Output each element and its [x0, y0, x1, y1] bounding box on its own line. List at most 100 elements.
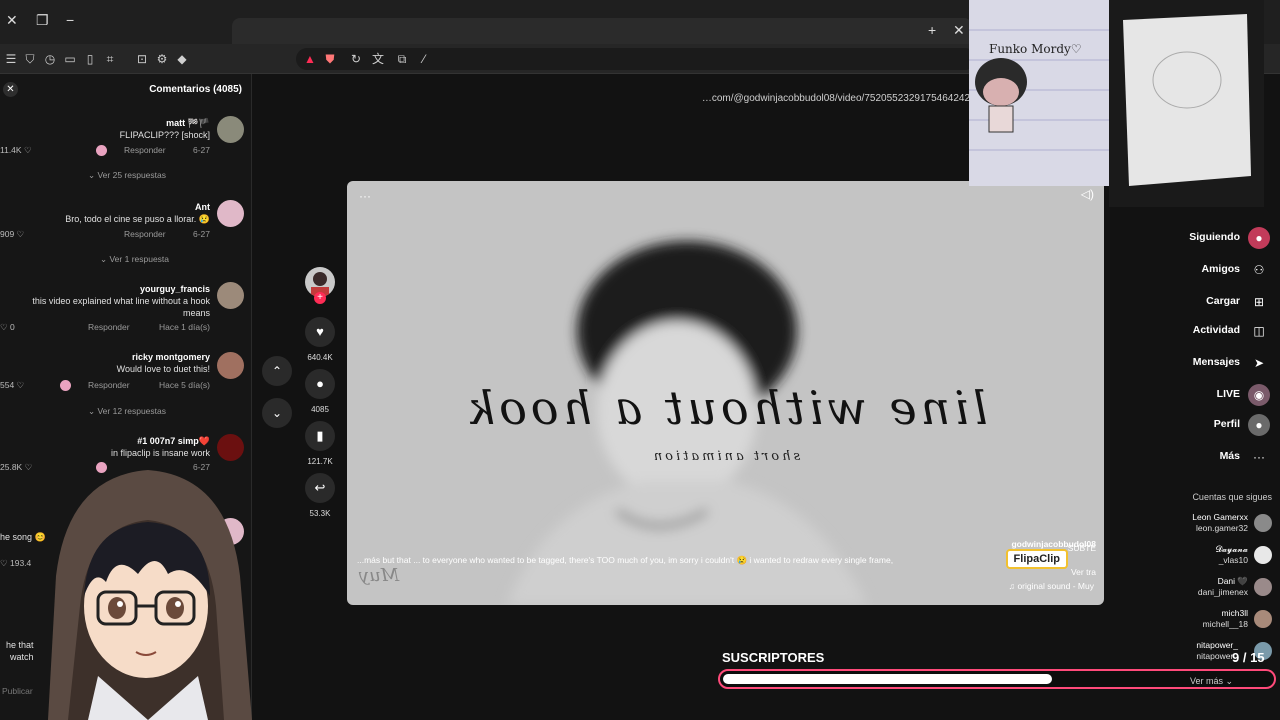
- comment-likes[interactable]: ♡ 193.4: [0, 558, 31, 569]
- comment-likes[interactable]: 11.4K ♡: [0, 145, 32, 156]
- address-bar[interactable]: ▲ ⛊ ↻ 文 ⧉ ⁄: [296, 48, 976, 70]
- reply-button[interactable]: Responder: [88, 322, 130, 332]
- comment-bubble-icon: ●: [316, 376, 324, 391]
- follow-button[interactable]: +: [314, 292, 326, 304]
- nav-following[interactable]: Siguiendo ●: [1132, 227, 1272, 249]
- settings-icon[interactable]: ◆: [174, 51, 190, 67]
- caption-prefix: SUBTE: [1067, 543, 1096, 553]
- screenshot-icon[interactable]: ⊡: [134, 51, 150, 67]
- video-player[interactable]: ··· ◁) line without a hook short animati…: [347, 181, 1104, 605]
- see-translation-link[interactable]: Ver tra: [1071, 567, 1096, 577]
- screen: ✕ ❐ − + ✕ ☰ ⛉ ◷ ▭ ▯ ⌗ ⊡ ⚙ ◆ ▲ ⛊ ↻ 文 ⧉ ⁄ …: [0, 0, 1280, 720]
- nav-label: Mensajes: [1192, 356, 1240, 368]
- like-button[interactable]: ♥: [305, 317, 335, 347]
- comment-button[interactable]: ●: [305, 369, 335, 399]
- save-count: 121.7K: [307, 457, 333, 466]
- nav-profile[interactable]: Perfil ●: [1132, 414, 1272, 436]
- view-replies-button[interactable]: ⌄ Ver 25 respuestas: [88, 170, 166, 181]
- video-options-icon[interactable]: ···: [359, 189, 371, 203]
- commenter-avatar[interactable]: [217, 352, 244, 379]
- translate-icon[interactable]: 文: [370, 51, 386, 67]
- video-sound[interactable]: ♫ original sound - Muy: [1009, 581, 1094, 591]
- followed-account[interactable]: Dani 🖤 dani_jimenex: [1134, 574, 1274, 602]
- view-replies-button[interactable]: ⌄ Ver 1 respuesta: [100, 254, 169, 265]
- comment-date: Hace 5 día(s): [158, 380, 210, 390]
- comment-text-continued: means: [182, 308, 210, 318]
- sidebar-icon[interactable]: ▯: [82, 51, 98, 67]
- sketch-photo: [1109, 0, 1264, 207]
- commenter-avatar[interactable]: [217, 116, 244, 143]
- followed-account[interactable]: Leon Gamerxx leon.gamer32: [1134, 510, 1274, 538]
- view-replies-button[interactable]: ⌄ Ver 12 respuestas: [88, 406, 166, 417]
- volume-icon[interactable]: ◁): [1081, 187, 1094, 201]
- browser-tab[interactable]: [232, 18, 972, 44]
- drawing-photo: Funko Mordy♡: [969, 0, 1109, 186]
- menu-icon[interactable]: ☰: [3, 51, 19, 67]
- pip-icon[interactable]: ⧉: [394, 51, 410, 67]
- nav-live[interactable]: LIVE ◉: [1132, 384, 1272, 406]
- tabs-icon[interactable]: ▭: [62, 51, 78, 67]
- commenter-name[interactable]: ricky montgomery: [132, 352, 210, 362]
- nav-label: Amigos: [1201, 263, 1240, 275]
- commenter-name[interactable]: Ant: [195, 202, 210, 212]
- creator-liked-badge: [96, 145, 107, 156]
- url-text[interactable]: …com/@godwinjacobbudol08/video/752055232…: [702, 93, 970, 104]
- video-caption[interactable]: ...más but that ... to everyone who want…: [357, 555, 893, 566]
- extensions-icon[interactable]: ⌗: [102, 51, 118, 67]
- comment-likes[interactable]: 554 ♡: [0, 380, 24, 391]
- account-handle: leon.gamer32: [1196, 523, 1248, 533]
- minimize-window-icon[interactable]: −: [66, 12, 74, 28]
- see-more-link[interactable]: Ver más ⌄: [1190, 676, 1233, 687]
- previous-video-button[interactable]: ⌃: [262, 356, 292, 386]
- like-count: 640.4K: [307, 353, 333, 362]
- reply-button[interactable]: Responder: [124, 229, 166, 239]
- nav-label: Más: [1219, 450, 1240, 462]
- close-tab-icon[interactable]: ✕: [953, 22, 965, 39]
- new-tab-icon[interactable]: +: [928, 22, 936, 38]
- subscriber-goal-count: 9 / 15: [1232, 650, 1265, 665]
- followed-account[interactable]: mich3ll michell__18: [1134, 606, 1274, 634]
- share-button[interactable]: ↩: [305, 473, 335, 503]
- commenter-name[interactable]: yourguy_francis: [140, 284, 210, 294]
- next-video-button[interactable]: ⌄: [262, 398, 292, 428]
- account-handle: michell__18: [1202, 619, 1248, 629]
- close-comments-icon[interactable]: ✕: [3, 82, 18, 97]
- history-icon[interactable]: ◷: [42, 51, 58, 67]
- subscriber-goal-fill: [723, 674, 1052, 684]
- warning-icon[interactable]: ▲: [302, 51, 318, 67]
- reply-button[interactable]: Responder: [124, 145, 166, 155]
- save-button[interactable]: ▮: [305, 421, 335, 451]
- account-name: mich3ll: [1221, 608, 1248, 618]
- brave-shield-icon[interactable]: ⛊: [322, 51, 338, 67]
- reader-icon[interactable]: ⁄: [416, 51, 432, 67]
- following-accounts-title: Cuentas que sigues: [1192, 492, 1272, 502]
- nav-upload[interactable]: Cargar ⊞: [1132, 291, 1272, 313]
- comments-header: ✕ Comentarios (4085): [0, 74, 252, 106]
- nav-friends[interactable]: Amigos ⚇: [1132, 259, 1272, 281]
- comment-likes[interactable]: 909 ♡: [0, 229, 24, 240]
- nav-label: Siguiendo: [1189, 231, 1240, 243]
- reload-icon[interactable]: ↻: [348, 51, 364, 67]
- messages-icon: ➤: [1253, 356, 1265, 370]
- nav-label: Cargar: [1206, 295, 1240, 307]
- followed-account[interactable]: 𝓓𝓪𝔂𝓪𝓷𝓪 _vlas10: [1134, 542, 1274, 570]
- comment-text: Would love to duet this!: [116, 364, 210, 374]
- share-arrow-icon: ↩: [314, 480, 326, 495]
- video-subtitle-text: short animation: [650, 449, 801, 464]
- commenter-avatar[interactable]: [217, 200, 244, 227]
- nav-messages[interactable]: Mensajes ➤: [1132, 352, 1272, 374]
- close-window-icon[interactable]: ✕: [6, 12, 18, 29]
- reply-button[interactable]: Responder: [88, 380, 130, 390]
- shield-icon[interactable]: ⛉: [22, 51, 38, 67]
- commenter-name[interactable]: matt 🏁🏴: [166, 118, 210, 129]
- more-icon: ···: [1253, 450, 1265, 464]
- restore-window-icon[interactable]: ❐: [36, 12, 49, 29]
- share-icon[interactable]: ⚙: [154, 51, 170, 67]
- nav-more[interactable]: Más ···: [1132, 446, 1272, 468]
- commenter-avatar[interactable]: [217, 282, 244, 309]
- comment-count: 4085: [311, 405, 329, 414]
- comment-likes[interactable]: ♡ 0: [0, 322, 15, 333]
- commenter-name[interactable]: #1 007n7 simp❤️: [137, 436, 210, 447]
- vtuber-avatar: [48, 470, 252, 720]
- nav-activity[interactable]: Actividad ◫: [1132, 320, 1272, 342]
